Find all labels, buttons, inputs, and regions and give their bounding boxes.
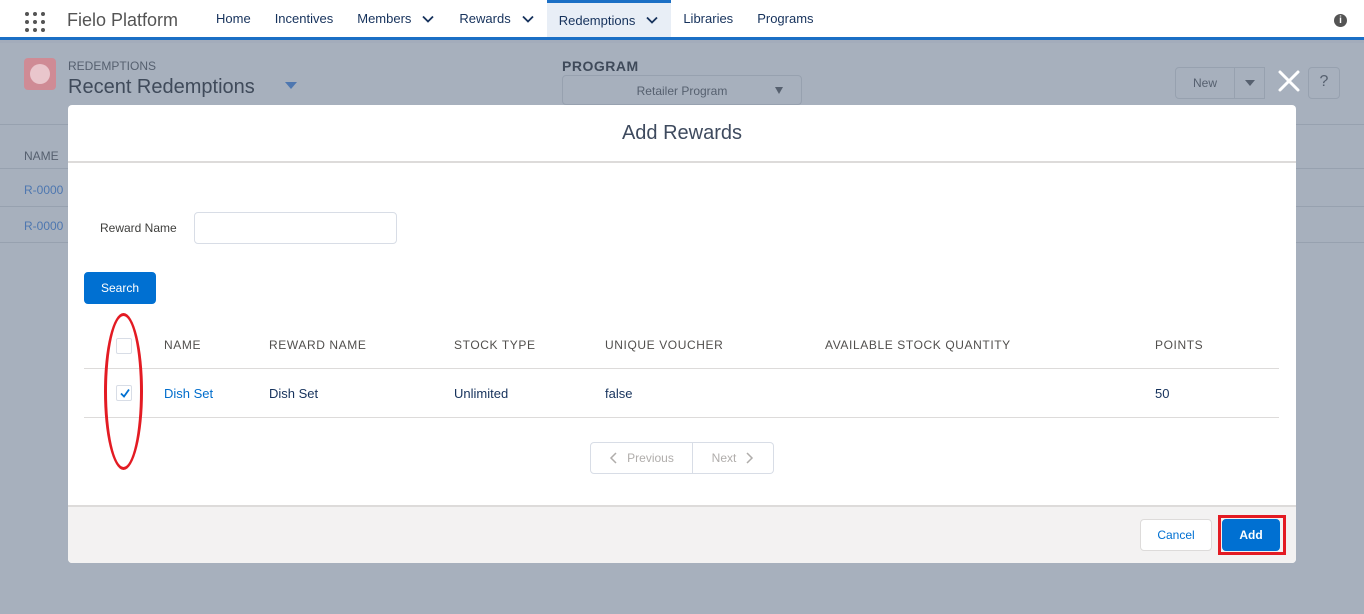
tab-label: Redemptions (558, 12, 636, 28)
object-label: REDEMPTIONS (68, 59, 157, 73)
next-button[interactable]: Next (693, 442, 774, 474)
chevron-down-icon[interactable] (645, 13, 659, 27)
new-dropdown-button[interactable] (1235, 67, 1265, 99)
tab-libraries[interactable]: Libraries (671, 0, 745, 37)
column-header-unique-voucher[interactable]: UNIQUE VOUCHER (605, 338, 723, 352)
cancel-button[interactable]: Cancel (1140, 519, 1212, 551)
column-header-available-stock-quantity[interactable]: AVAILABLE STOCK QUANTITY (825, 338, 1011, 352)
triangle-down-icon (775, 87, 783, 94)
new-button[interactable]: New (1175, 67, 1235, 99)
rewards-table: NAME REWARD NAME STOCK TYPE UNIQUE VOUCH… (84, 323, 1279, 418)
redemptions-object-icon (24, 58, 56, 90)
tab-label: Incentives (274, 11, 334, 26)
next-label: Next (711, 451, 737, 465)
global-nav: Fielo Platform Home Incentives Members R… (0, 0, 1364, 40)
tab-label: Libraries (683, 11, 734, 26)
chevron-left-icon (610, 452, 617, 464)
column-header-points[interactable]: POINTS (1155, 338, 1203, 352)
column-header-name: NAME (24, 149, 59, 163)
cell-points: 50 (1155, 386, 1170, 401)
tab-label: Rewards (459, 11, 511, 26)
close-icon[interactable] (1276, 68, 1302, 94)
program-select-value: Retailer Program (636, 84, 728, 98)
tab-rewards[interactable]: Rewards (447, 0, 546, 37)
list-item[interactable]: R-0000 (24, 183, 63, 197)
modal-footer: Cancel Add (68, 505, 1296, 563)
previous-label: Previous (627, 451, 674, 465)
info-icon[interactable]: i (1334, 14, 1347, 27)
cell-reward-name: Dish Set (269, 386, 319, 401)
tab-home[interactable]: Home (204, 0, 263, 37)
reward-name-input[interactable] (194, 212, 397, 244)
modal-title: Add Rewards (621, 122, 743, 144)
search-button[interactable]: Search (84, 272, 156, 304)
modal-header: Add Rewards (68, 105, 1296, 163)
app-name: Fielo Platform (67, 10, 179, 30)
cell-unique-voucher: false (605, 386, 633, 401)
column-header-reward-name[interactable]: REWARD NAME (269, 338, 367, 352)
tab-incentives[interactable]: Incentives (263, 0, 346, 37)
tab-label: Home (216, 11, 251, 26)
list-item[interactable]: R-0000 (24, 219, 63, 233)
previous-button[interactable]: Previous (590, 442, 693, 474)
app-launcher-icon[interactable] (24, 11, 46, 33)
column-header-stock-type[interactable]: STOCK TYPE (454, 338, 536, 352)
add-rewards-modal: Add Rewards Reward Name Search NAME REWA… (68, 105, 1296, 563)
table-header: NAME REWARD NAME STOCK TYPE UNIQUE VOUCH… (84, 323, 1279, 369)
chevron-right-icon (746, 452, 754, 464)
annotation-ellipse-checkbox-column (104, 313, 143, 470)
nav-tabs: Home Incentives Members Rewards Redempti… (204, 0, 826, 37)
program-select[interactable]: Retailer Program (562, 75, 802, 105)
cell-stock-type: Unlimited (454, 386, 509, 401)
new-button-group: New (1175, 67, 1265, 99)
annotation-box-add-button (1218, 515, 1286, 555)
reward-name-link[interactable]: Dish Set (164, 386, 213, 401)
reward-name-label: Reward Name (100, 221, 177, 235)
tab-redemptions[interactable]: Redemptions (546, 0, 672, 37)
help-button[interactable]: ? (1308, 67, 1340, 99)
table-row: Dish Set Dish Set Unlimited false 50 (84, 369, 1279, 418)
tab-label: Programs (757, 11, 814, 26)
list-view-chevron-down-icon[interactable] (285, 82, 297, 89)
program-label: PROGRAM (562, 58, 639, 74)
chevron-down-icon[interactable] (521, 12, 535, 26)
list-view-title: Recent Redemptions (68, 76, 255, 98)
tab-programs[interactable]: Programs (745, 0, 825, 37)
column-header-name[interactable]: NAME (164, 338, 201, 352)
tab-label: Members (357, 11, 412, 26)
pagination: Previous Next (590, 442, 774, 474)
tab-members[interactable]: Members (345, 0, 447, 37)
chevron-down-icon[interactable] (421, 12, 435, 26)
